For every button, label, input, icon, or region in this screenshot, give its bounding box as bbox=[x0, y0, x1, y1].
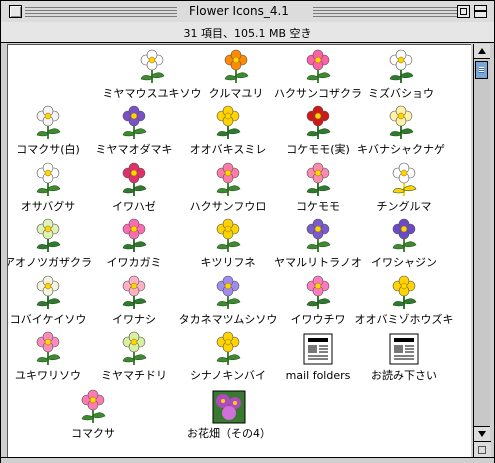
file-icon-item[interactable]: ミズバショウ bbox=[341, 49, 461, 101]
file-name-label[interactable]: お読み下さい bbox=[344, 369, 464, 383]
white-false-hellebore-icon[interactable] bbox=[30, 275, 66, 311]
window-title: Flower Icons_4.1 bbox=[183, 3, 295, 20]
down-arrow-icon bbox=[478, 431, 486, 437]
red-white-bell-flower-icon[interactable] bbox=[116, 162, 152, 198]
icon-view: ミヤマウスユキソウ クルマユリ ハクサンコザクラ ミズバショウ コマクサ(白) ミヤマオダ… bbox=[7, 44, 471, 457]
file-icon-item[interactable]: お読み下さい bbox=[344, 331, 464, 383]
up-arrow-icon bbox=[478, 48, 486, 54]
pink-bell-flower-icon[interactable] bbox=[300, 162, 336, 198]
file-name-label[interactable]: キバナシャクナゲ bbox=[341, 143, 461, 157]
file-name-label[interactable]: お花畑（その4） bbox=[169, 427, 289, 441]
scroll-down-button[interactable] bbox=[474, 426, 490, 441]
vertical-scrollbar[interactable] bbox=[473, 44, 490, 441]
file-icon-item[interactable]: オオバミゾホウズキ bbox=[344, 275, 464, 327]
lavender-scabious-flower-icon[interactable] bbox=[210, 275, 246, 311]
title-bar[interactable]: Flower Icons_4.1 bbox=[1, 1, 494, 23]
file-name-label[interactable]: オオバミゾホウズキ bbox=[344, 313, 464, 327]
title-bar-stripes-right bbox=[313, 6, 463, 17]
pink-hepatica-flower-icon[interactable] bbox=[30, 331, 66, 367]
scroll-up-button[interactable] bbox=[474, 44, 490, 59]
read-me-newspaper-document-icon[interactable] bbox=[386, 331, 422, 367]
cream-rhododendron-flower-icon[interactable] bbox=[383, 105, 419, 141]
pale-green-bell-flower-icon[interactable] bbox=[30, 218, 66, 254]
info-bar: 31 項目、105.1 MB 空き bbox=[1, 22, 494, 43]
file-icon-item[interactable]: コマクサ bbox=[33, 389, 153, 441]
scroll-thumb[interactable] bbox=[475, 61, 488, 79]
item-count-free-space: 31 項目、105.1 MB 空き bbox=[183, 27, 312, 40]
purple-columbine-flower-icon[interactable] bbox=[116, 105, 152, 141]
white-avens-flower-icon[interactable] bbox=[386, 162, 422, 198]
zoom-box-button[interactable] bbox=[457, 5, 470, 18]
file-icon-item[interactable]: キバナシャクナゲ bbox=[341, 105, 461, 157]
pink-shortia-flower-icon[interactable] bbox=[300, 275, 336, 311]
orange-lily-flower-icon[interactable] bbox=[218, 49, 254, 85]
file-name-label[interactable]: コマクサ bbox=[33, 427, 153, 441]
white-skunk-cabbage-icon[interactable] bbox=[383, 49, 419, 85]
pink-fringed-flower-icon[interactable] bbox=[116, 218, 152, 254]
red-berries-icon[interactable] bbox=[300, 105, 336, 141]
yellow-violet-flower-icon[interactable] bbox=[210, 105, 246, 141]
title-bar-stripes-left bbox=[25, 6, 177, 17]
close-box-button[interactable] bbox=[9, 5, 22, 18]
file-name-label[interactable]: イワシャジン bbox=[344, 256, 464, 270]
pink-geranium-flower-icon[interactable] bbox=[210, 162, 246, 198]
yellow-globeflower-icon[interactable] bbox=[210, 331, 246, 367]
file-icon-item[interactable]: チングルマ bbox=[344, 162, 464, 214]
flower-field-photo-icon[interactable] bbox=[211, 389, 247, 425]
white-fern-flower-icon[interactable] bbox=[30, 162, 66, 198]
file-icon-item[interactable]: イワシャジン bbox=[344, 218, 464, 270]
white-dicentra-flower-icon[interactable] bbox=[30, 105, 66, 141]
mail-folders-document-icon[interactable] bbox=[300, 331, 336, 367]
green-orchid-flower-icon[interactable] bbox=[116, 331, 152, 367]
pink-epigaea-flower-icon[interactable] bbox=[116, 275, 152, 311]
finder-window: Flower Icons_4.1 31 項目、105.1 MB 空き ミヤマウス… bbox=[0, 0, 495, 463]
purple-speedwell-spike-icon[interactable] bbox=[300, 218, 336, 254]
file-name-label[interactable]: ミズバショウ bbox=[341, 87, 461, 101]
white-edelweiss-flower-icon[interactable] bbox=[134, 49, 170, 85]
file-icon-item[interactable]: お花畑（その4） bbox=[169, 389, 289, 441]
yellow-touch-me-not-flower-icon[interactable] bbox=[210, 218, 246, 254]
collapse-box-button[interactable] bbox=[474, 5, 487, 18]
purple-bellflower-icon[interactable] bbox=[386, 218, 422, 254]
pink-dicentra-flower-icon[interactable] bbox=[75, 389, 111, 425]
file-name-label[interactable]: チングルマ bbox=[344, 200, 464, 214]
yellow-monkeyflower-icon[interactable] bbox=[386, 275, 422, 311]
pink-primrose-flower-icon[interactable] bbox=[300, 49, 336, 85]
window-bottom-edge bbox=[1, 457, 494, 463]
